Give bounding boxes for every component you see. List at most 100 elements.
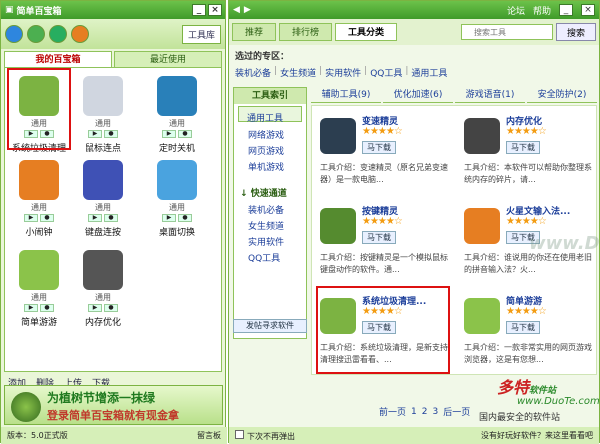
tool-name: 键盘连按	[84, 228, 121, 238]
index-item[interactable]: 单机游戏	[234, 156, 306, 173]
search-input[interactable]	[461, 24, 553, 40]
tool-tag: 通用	[169, 203, 185, 212]
post-request-button[interactable]: 发帖寻求软件	[233, 319, 307, 333]
option-icon[interactable]: ●	[178, 214, 192, 222]
forward-icon[interactable]: ▶	[244, 5, 251, 15]
user-icon[interactable]	[71, 25, 89, 43]
index-item[interactable]: 网页游戏	[234, 140, 306, 157]
subtab[interactable]: 安全防护(2)	[527, 87, 597, 103]
banner-line1: 为植树节增添一抹绿	[47, 391, 156, 405]
card-download-button[interactable]: 马下载	[506, 321, 540, 334]
tool-card[interactable]: 内存优化 ★★★★☆ 马下载 工具介绍：本软件可以帮助你整理系统内存的碎片，请...	[456, 110, 596, 198]
quick-item[interactable]: 实用软件	[234, 231, 306, 248]
page-2[interactable]: 2	[422, 407, 428, 417]
tool-name: 定时关机	[158, 144, 195, 154]
zone-link[interactable]: 女生频道	[280, 66, 316, 79]
tool-tag: 通用	[95, 293, 111, 302]
tool-tile[interactable]: 通用 ▶ ● 键盘连按	[73, 156, 133, 238]
refresh-icon[interactable]	[27, 25, 45, 43]
search-button[interactable]: 搜索	[556, 23, 596, 41]
home-icon[interactable]	[5, 25, 23, 43]
rating-stars: ★★★★☆	[506, 126, 547, 137]
quick-item[interactable]: QQ工具	[234, 247, 306, 264]
rating-stars: ★★★★☆	[506, 216, 547, 227]
quick-item[interactable]: 女生频道	[234, 215, 306, 232]
run-icon[interactable]: ▶	[162, 130, 176, 138]
zone-link[interactable]: 通用工具	[411, 66, 447, 79]
rating-stars: ★★★★☆	[506, 306, 547, 317]
back-icon[interactable]: ◀	[233, 5, 240, 15]
tool-card[interactable]: 简单游游 ★★★★☆ 马下载 工具介绍：一款非常实用的网页游戏浏览器，这是有您想...	[456, 290, 596, 378]
card-icon	[464, 298, 500, 334]
status-link[interactable]: 没有好玩好软件？来这里看看吧	[481, 430, 593, 441]
tool-tile[interactable]: 通用 ▶ ● 鼠标连点	[73, 72, 133, 154]
minimize-button[interactable]: _	[192, 4, 206, 16]
tab-categories[interactable]: 工具分类	[335, 23, 398, 41]
run-icon[interactable]: ▶	[88, 304, 102, 312]
option-icon[interactable]: ●	[104, 304, 118, 312]
tool-card[interactable]: 变速精灵 ★★★★☆ 马下载 工具介绍：变速精灵（原名兄弟变速器）是一款电脑...	[312, 110, 452, 198]
settings-icon[interactable]	[49, 25, 67, 43]
run-icon[interactable]: ▶	[88, 214, 102, 222]
app-title: 简单百宝箱	[16, 6, 62, 17]
page-1[interactable]: 1	[411, 407, 417, 417]
tool-tile[interactable]: 通用 ▶ ● 小闹钟	[9, 156, 69, 238]
run-icon[interactable]: ▶	[24, 304, 38, 312]
tool-icon	[157, 76, 197, 116]
left-titlebar: ▣ 简单百宝箱 _ ×	[1, 1, 225, 19]
card-download-button[interactable]: 马下载	[506, 141, 540, 154]
subtab[interactable]: 辅助工具(9)	[311, 87, 381, 103]
page-3[interactable]: 3	[432, 407, 438, 417]
zone-link[interactable]: QQ工具	[370, 66, 402, 79]
option-icon[interactable]: ●	[104, 214, 118, 222]
right-statusbar: 下次不再弹出 没有好玩好软件？来这里看看吧	[229, 427, 599, 444]
guestbook-link[interactable]: 留言板	[197, 430, 221, 441]
tool-name: 小闹钟	[25, 228, 53, 238]
subtab[interactable]: 游戏语音(1)	[455, 87, 525, 103]
right-minimize-button[interactable]: _	[559, 4, 573, 16]
card-description: 工具介绍：谁说用的你还在使用老旧的拼音输入法？火...	[464, 253, 592, 274]
quick-item[interactable]: 装机必备	[234, 199, 306, 216]
promo-banner[interactable]: 为植树节增添一抹绿 登录简单百宝箱就有现金拿	[4, 385, 223, 425]
tab-ranking[interactable]: 排行榜	[279, 23, 333, 41]
option-icon[interactable]: ●	[104, 130, 118, 138]
card-download-button[interactable]: 马下载	[362, 231, 396, 244]
run-icon[interactable]: ▶	[88, 130, 102, 138]
dont-show-checkbox[interactable]: 下次不再弹出	[235, 429, 295, 442]
tool-tag: 通用	[95, 119, 111, 128]
tab-recent[interactable]: 最近使用	[114, 51, 222, 67]
right-titlebar: ◀ ▶ 论坛 帮助 _ ×	[229, 1, 599, 19]
tab-recommend[interactable]: 推荐	[232, 23, 277, 41]
tab-my-box[interactable]: 我的百宝箱	[4, 51, 112, 67]
option-icon[interactable]: ●	[178, 130, 192, 138]
index-item[interactable]: 网络游戏	[234, 124, 306, 141]
card-icon	[464, 118, 500, 154]
rating-stars: ★★★★☆	[362, 216, 403, 227]
subtab[interactable]: 优化加速(6)	[383, 87, 453, 103]
run-icon[interactable]: ▶	[24, 214, 38, 222]
tool-tile[interactable]: 通用 ▶ ● 桌面切换	[147, 156, 207, 238]
tool-tile[interactable]: 通用 ▶ ● 定时关机	[147, 72, 207, 154]
card-download-button[interactable]: 马下载	[362, 141, 396, 154]
card-description: 工具介绍：变速精灵（原名兄弟变速器）是一款电脑...	[320, 163, 448, 184]
help-link[interactable]: 帮助	[533, 4, 551, 17]
close-button[interactable]: ×	[208, 4, 222, 16]
tool-tile[interactable]: 通用 ▶ ● 简单游游	[9, 246, 69, 328]
option-icon[interactable]: ●	[40, 214, 54, 222]
run-icon[interactable]: ▶	[162, 214, 176, 222]
index-item[interactable]: 通用工具	[238, 106, 302, 124]
zone-link[interactable]: 实用软件	[325, 66, 361, 79]
tool-tile[interactable]: 通用 ▶ ● 内存优化	[73, 246, 133, 328]
tool-card[interactable]: 按键精灵 ★★★★☆ 马下载 工具介绍：按键精灵是一个模拟鼠标键盘动作的软件。通...	[312, 200, 452, 288]
forum-link[interactable]: 论坛	[507, 4, 525, 17]
card-icon	[320, 208, 356, 244]
toolbox-button[interactable]: 工具库	[181, 24, 221, 44]
card-icon	[464, 208, 500, 244]
toolbar: 工具库	[1, 19, 225, 49]
prev-page[interactable]: 前一页	[379, 405, 406, 418]
option-icon[interactable]: ●	[40, 304, 54, 312]
version-label: 版本：5.0正式版	[7, 431, 68, 440]
zone-link[interactable]: 装机必备	[235, 66, 271, 79]
highlight-box	[316, 286, 450, 374]
right-close-button[interactable]: ×	[581, 4, 595, 16]
